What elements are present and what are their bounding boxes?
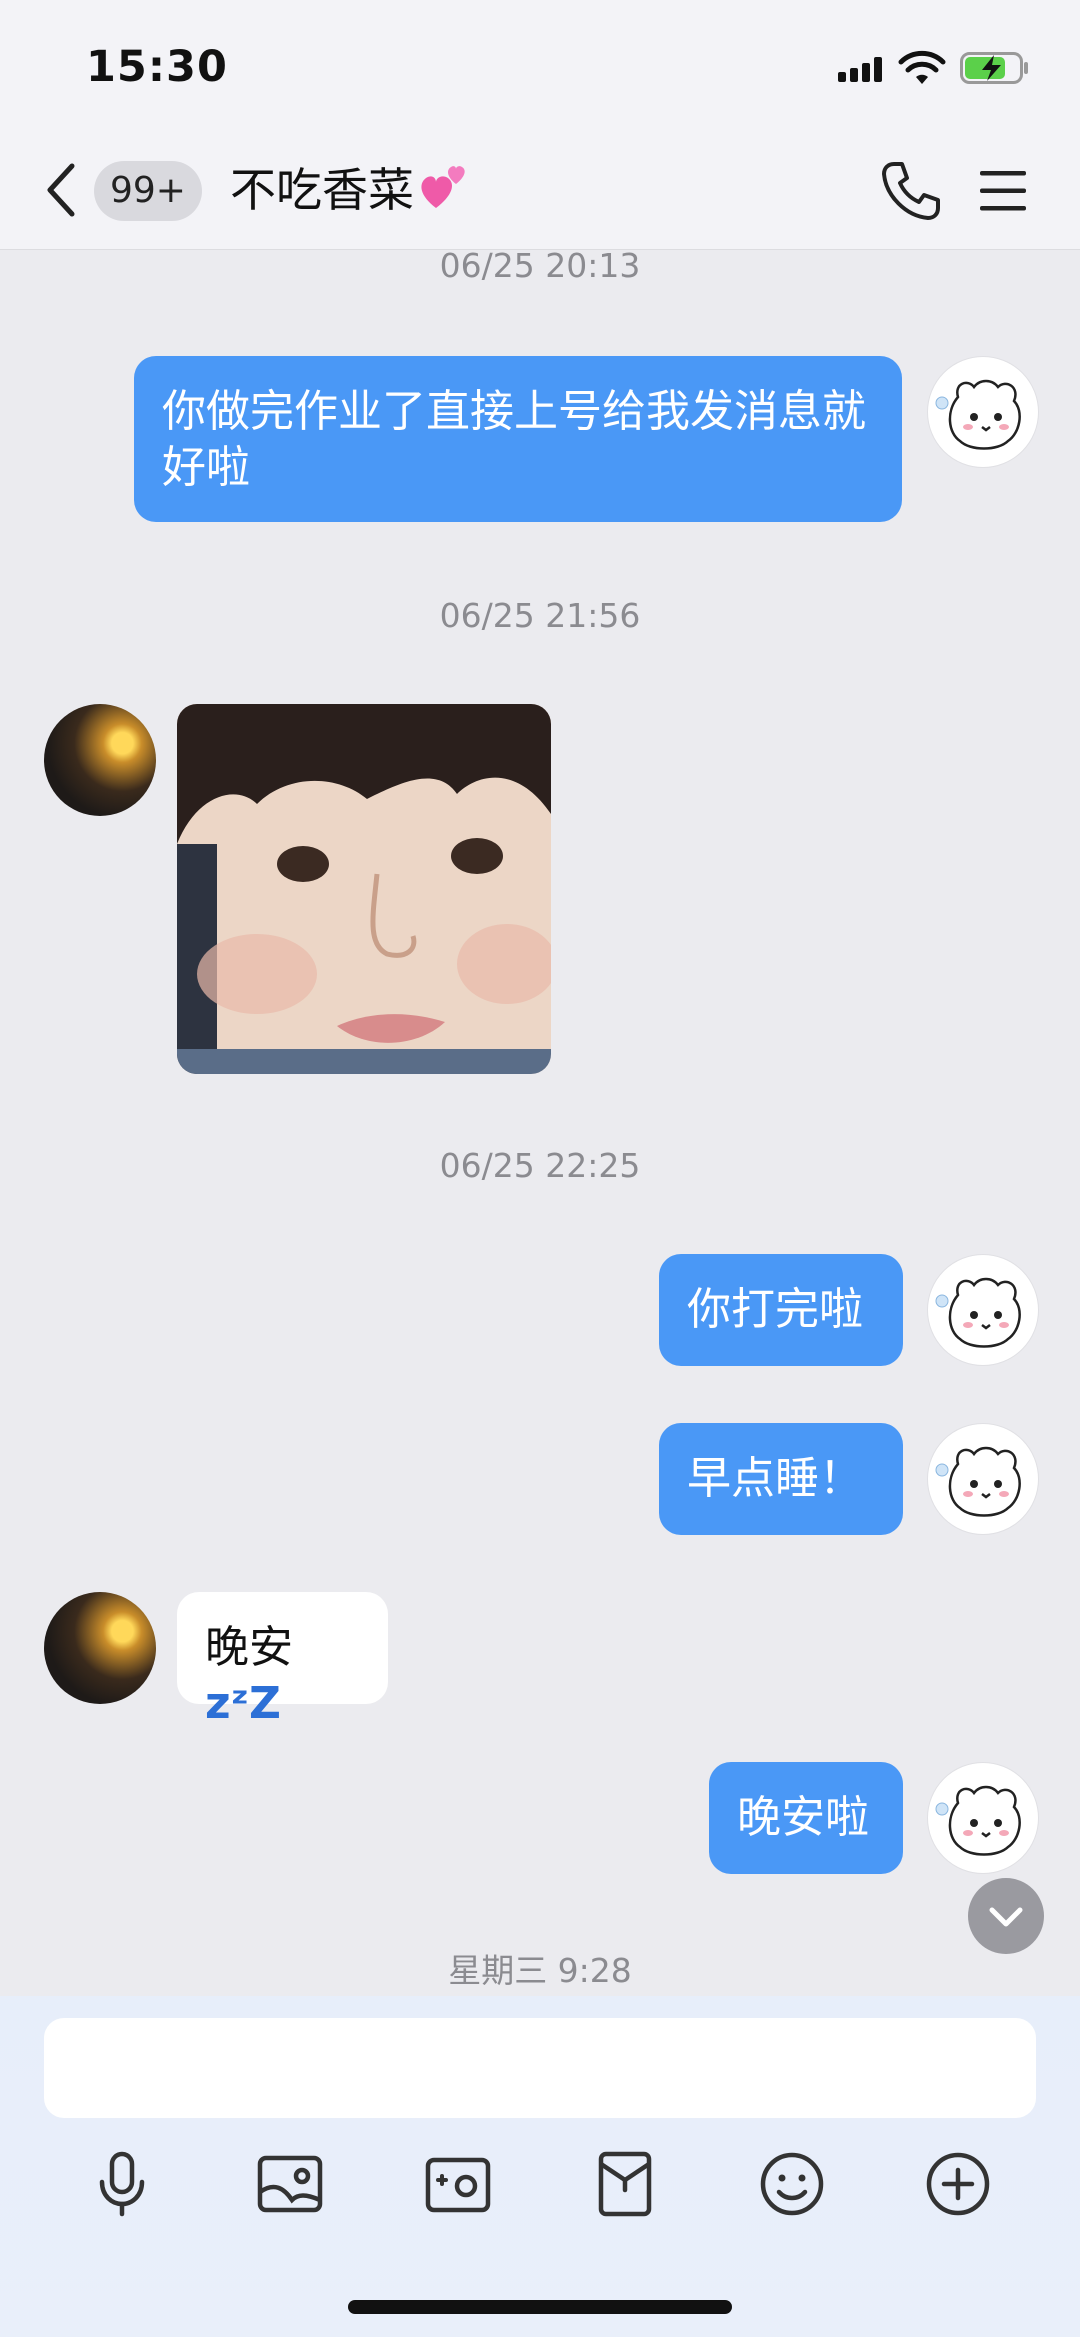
self-avatar[interactable] — [927, 1762, 1039, 1874]
plus-icon[interactable] — [922, 2148, 994, 2220]
message-bubble-incoming[interactable]: 晚安zᶻZ — [177, 1592, 388, 1729]
contact-avatar[interactable] — [44, 704, 156, 816]
message-bubble-outgoing[interactable]: 你做完作业了直接上号给我发消息就好啦 — [134, 356, 902, 522]
chat-screen: 15:30 99+ 不吃香菜 06/25 20:13 你做完作业了直接上号给我发… — [0, 0, 1080, 2337]
message-bubble-outgoing[interactable]: 早点睡！ — [659, 1423, 903, 1535]
self-avatar[interactable] — [927, 1423, 1039, 1535]
chat-title[interactable]: 不吃香菜 — [230, 158, 472, 222]
sleeping-zzz-emoji: zᶻZ — [205, 1678, 281, 1729]
signal-icon — [838, 56, 886, 82]
baby-face-photo — [177, 704, 551, 1074]
cartoon-dog-avatar-icon — [935, 1785, 1021, 1856]
self-avatar[interactable] — [927, 356, 1039, 468]
contact-avatar[interactable] — [44, 1592, 156, 1704]
image-icon[interactable] — [254, 2148, 326, 2220]
chevron-down-icon — [989, 1907, 1023, 1927]
home-indicator[interactable] — [348, 2300, 732, 2314]
cartoon-dog-avatar-icon — [935, 379, 1021, 450]
scroll-to-bottom-button[interactable] — [968, 1878, 1044, 1954]
timestamp: 06/25 20:13 — [439, 246, 641, 285]
two-hearts-icon — [421, 166, 465, 208]
emoji-icon[interactable] — [756, 2148, 828, 2220]
unread-count-badge[interactable]: 99+ — [94, 161, 202, 221]
red-packet-icon[interactable] — [589, 2148, 661, 2220]
self-avatar[interactable] — [927, 1254, 1039, 1366]
menu-icon[interactable] — [978, 168, 1028, 214]
message-bubble-outgoing[interactable]: 晚安啦 — [709, 1762, 903, 1874]
cartoon-dog-avatar-icon — [935, 1277, 1021, 1348]
top-bar: 15:30 99+ 不吃香菜 — [0, 0, 1080, 250]
message-input[interactable] — [44, 2018, 1036, 2118]
back-icon[interactable] — [40, 160, 84, 220]
camera-icon[interactable] — [422, 2148, 494, 2220]
timestamp: 06/25 22:25 — [439, 1146, 641, 1185]
status-time: 15:30 — [86, 42, 228, 92]
timestamp: 星期三 9:28 — [448, 1951, 632, 1990]
image-message[interactable] — [177, 704, 551, 1074]
cartoon-dog-avatar-icon — [935, 1446, 1021, 1517]
microphone-icon[interactable] — [86, 2148, 158, 2220]
message-bubble-outgoing[interactable]: 你打完啦 — [659, 1254, 903, 1366]
chat-title-text: 不吃香菜 — [230, 163, 414, 217]
message-text: 晚安 — [205, 1622, 293, 1673]
battery-charging-icon — [960, 52, 1028, 84]
timestamp: 06/25 21:56 — [439, 596, 641, 635]
phone-call-icon[interactable] — [880, 160, 942, 222]
wifi-icon — [898, 50, 946, 84]
